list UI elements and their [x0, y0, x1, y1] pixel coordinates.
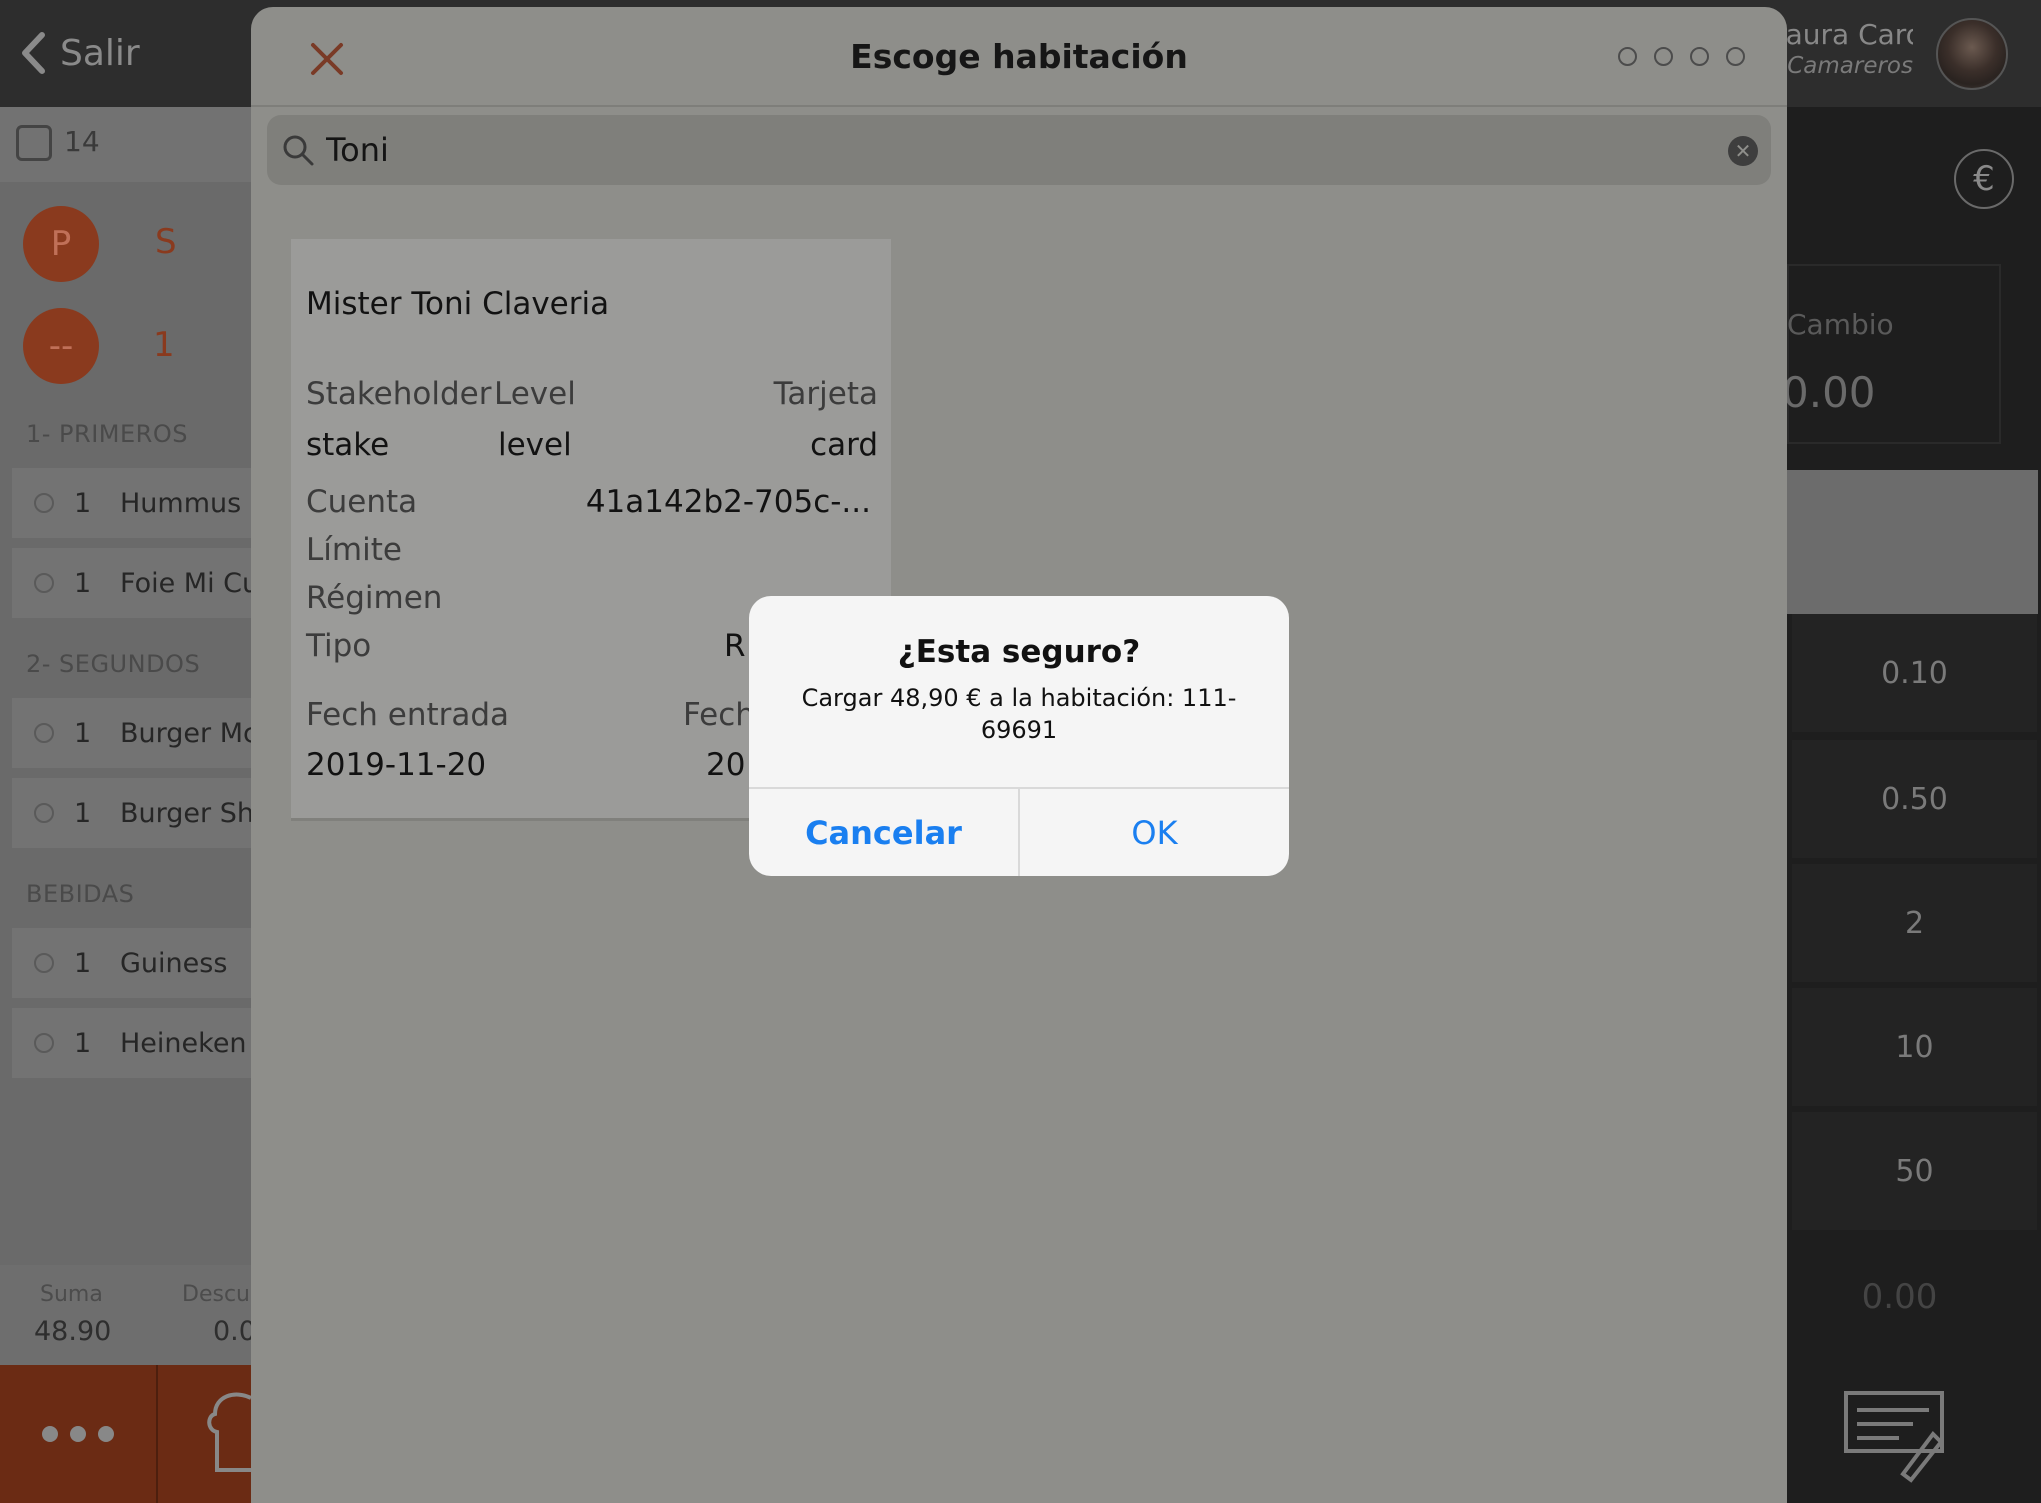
checkout-label: Fech	[683, 697, 755, 733]
order-item[interactable]: 1 Hummus	[12, 468, 251, 538]
item-name: Burger Sh	[120, 797, 251, 829]
item-qty: 1	[74, 797, 92, 829]
item-name: Heineken	[120, 1027, 247, 1059]
type-value: R	[724, 628, 746, 664]
item-qty: 1	[74, 567, 92, 599]
item-name: Foie Mi Cuit	[120, 567, 251, 599]
checkin-label: Fech entrada	[306, 697, 510, 733]
item-name: Hummus	[120, 487, 242, 519]
checkbox-icon	[34, 493, 54, 513]
sum-label: Suma	[40, 1282, 103, 1307]
item-qty: 1	[74, 487, 92, 519]
section-title: 1- PRIMEROS	[26, 420, 188, 448]
guest-name: Mister Toni Claveria	[306, 286, 610, 322]
checkbox-icon	[34, 723, 54, 743]
order-item[interactable]: 1 Burger Sh	[12, 778, 251, 848]
page-dot[interactable]	[1690, 47, 1709, 66]
item-qty: 1	[74, 947, 92, 979]
order-item[interactable]: 1 Guiness	[12, 928, 251, 998]
dot-icon	[70, 1426, 86, 1442]
user-name: Laura Caro	[1770, 18, 1913, 51]
checkbox-icon	[34, 953, 54, 973]
seat-circle-p[interactable]: P	[23, 206, 99, 282]
account-label: Cuenta	[306, 484, 418, 520]
amount-button-0-50[interactable]: 0.50	[1792, 740, 2037, 858]
level-label: Level	[494, 376, 576, 412]
change-label: Cambio	[1787, 308, 1894, 341]
more-button[interactable]	[0, 1365, 158, 1503]
dialog-message: Cargar 48,90 € a la habitación: 111-6969…	[801, 684, 1237, 744]
amount-total: 0.00	[1861, 1277, 1938, 1317]
seat-label: S	[155, 222, 177, 262]
confirm-dialog: ¿Esta seguro? Cargar 48,90 € a la habita…	[749, 596, 1289, 876]
chef-hat-icon[interactable]	[205, 1390, 251, 1480]
payment-method-area[interactable]	[1787, 470, 2038, 614]
change-box	[1787, 264, 2001, 444]
order-item[interactable]: 1 Foie Mi Cuit	[12, 548, 251, 618]
page-indicator[interactable]	[1618, 47, 1745, 66]
cancel-button[interactable]: Cancelar	[749, 789, 1018, 876]
sheet-title: Escoge habitación	[850, 37, 1188, 76]
limit-label: Límite	[306, 532, 402, 568]
checkbox-icon	[34, 1033, 54, 1053]
dot-icon	[42, 1426, 58, 1442]
back-label: Salir	[60, 32, 140, 74]
order-item[interactable]: 1 Burger Mc	[12, 698, 251, 768]
section-title: BEBIDAS	[26, 880, 135, 908]
checkin-value: 2019-11-20	[306, 747, 487, 783]
totals-area	[0, 1265, 251, 1365]
sum-value: 48.90	[34, 1316, 112, 1347]
page-dot[interactable]	[1618, 47, 1637, 66]
page-dot[interactable]	[1726, 47, 1745, 66]
checkbox-icon	[34, 803, 54, 823]
order-item[interactable]: 1 Heineken	[12, 1008, 251, 1078]
checkbox-icon	[34, 573, 54, 593]
chevron-left-icon	[22, 32, 45, 74]
card-label: Tarjeta	[773, 376, 878, 412]
ok-button[interactable]: OK	[1020, 789, 1289, 876]
card-value: card	[810, 427, 878, 463]
item-qty: 1	[74, 1027, 92, 1059]
seat-label: 1	[153, 325, 175, 365]
stakeholder-value: stake	[306, 427, 390, 463]
item-qty: 1	[74, 717, 92, 749]
amount-button-0-10[interactable]: 0.10	[1792, 614, 2037, 732]
user-role: Camareros	[1787, 53, 1913, 79]
avatar[interactable]	[1936, 18, 2008, 90]
search-icon	[283, 135, 314, 166]
section-title: 2- SEGUNDOS	[26, 650, 201, 678]
clear-search-icon[interactable]: ✕	[1728, 136, 1758, 166]
amount-button-10[interactable]: 10	[1792, 988, 2037, 1106]
amount-button-2[interactable]: 2	[1792, 864, 2037, 982]
stakeholder-label: Stakeholder	[306, 376, 492, 412]
amount-button-50[interactable]: 50	[1792, 1112, 2037, 1230]
checkout-value: 20	[706, 747, 746, 783]
euro-icon[interactable]: €	[1954, 149, 2014, 209]
change-value: 0.00	[1782, 368, 1876, 417]
item-name: Burger Mc	[120, 717, 251, 749]
receipt-edit-icon[interactable]	[1843, 1390, 1949, 1486]
seat-circle-none[interactable]: --	[23, 308, 99, 384]
item-name: Guiness	[120, 947, 228, 979]
regime-label: Régimen	[306, 580, 443, 616]
account-value: 41a142b2-705c-...	[585, 484, 871, 520]
page-dot[interactable]	[1654, 47, 1673, 66]
dialog-title: ¿Esta seguro?	[897, 634, 1141, 670]
dot-icon	[98, 1426, 114, 1442]
search-bar[interactable]: ✕	[267, 115, 1771, 185]
search-input[interactable]	[326, 125, 1686, 175]
back-button[interactable]: Salir	[20, 28, 140, 78]
table-number: 14	[64, 125, 100, 158]
level-value: level	[498, 427, 572, 463]
type-label: Tipo	[306, 628, 372, 664]
table-icon	[16, 125, 52, 161]
